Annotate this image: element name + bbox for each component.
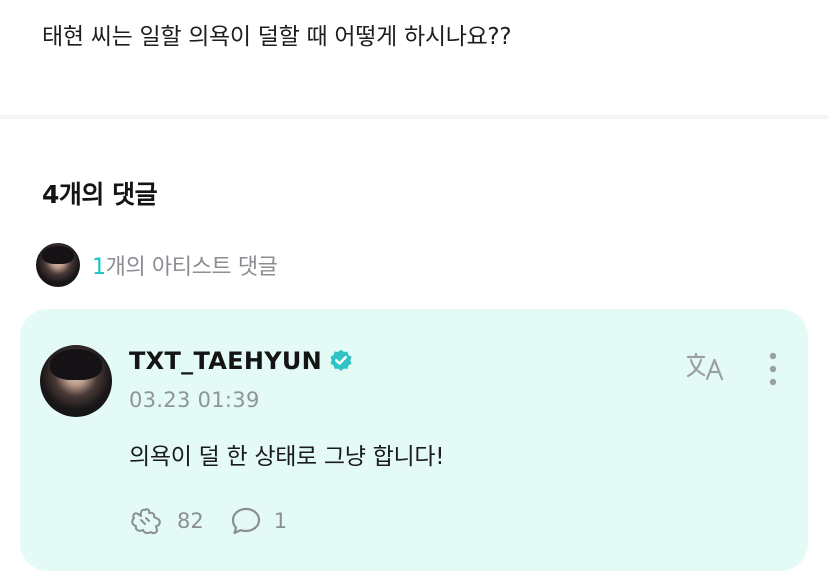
artist-comment-count: 1 bbox=[92, 255, 106, 280]
comment-stats-row: 82 1 bbox=[129, 505, 287, 537]
translate-icon bbox=[686, 352, 724, 381]
artist-comment-label: 개의 아티스트 댓글 bbox=[105, 255, 278, 280]
reply-count: 1 bbox=[273, 509, 288, 533]
more-vertical-icon bbox=[769, 352, 777, 386]
like-button[interactable]: 82 bbox=[129, 506, 204, 536]
verified-badge-icon bbox=[330, 349, 352, 371]
reply-button[interactable]: 1 bbox=[230, 506, 287, 536]
comment-author-avatar[interactable] bbox=[40, 345, 112, 417]
artist-comments-summary[interactable]: 1개의 아티스트 댓글 bbox=[36, 243, 278, 287]
section-divider bbox=[0, 115, 828, 119]
artist-comments-summary-text: 1개의 아티스트 댓글 bbox=[92, 249, 278, 281]
comment-timestamp: 03.23 01:39 bbox=[129, 388, 260, 412]
comment-bubble-icon bbox=[231, 507, 260, 535]
comment-body: 의욕이 덜 한 상태로 그냥 합니다! bbox=[129, 444, 445, 470]
comment-author-name[interactable]: TXT_TAEHYUN bbox=[129, 347, 322, 375]
translate-button[interactable] bbox=[684, 349, 728, 385]
more-options-button[interactable] bbox=[758, 349, 788, 389]
comments-heading: 4개의 댓글 bbox=[42, 180, 158, 209]
comment-author-row: TXT_TAEHYUN bbox=[129, 347, 354, 375]
artist-avatar-small bbox=[36, 243, 80, 287]
artist-comment-card: TXT_TAEHYUN 03.23 01:39 의욕이 덜 한 상태로 그냥 합… bbox=[20, 309, 808, 571]
like-icon bbox=[131, 508, 161, 535]
post-question: 태현 씨는 일할 의욕이 덜할 때 어떻게 하시나요?? bbox=[42, 24, 512, 50]
like-count: 82 bbox=[177, 509, 204, 533]
